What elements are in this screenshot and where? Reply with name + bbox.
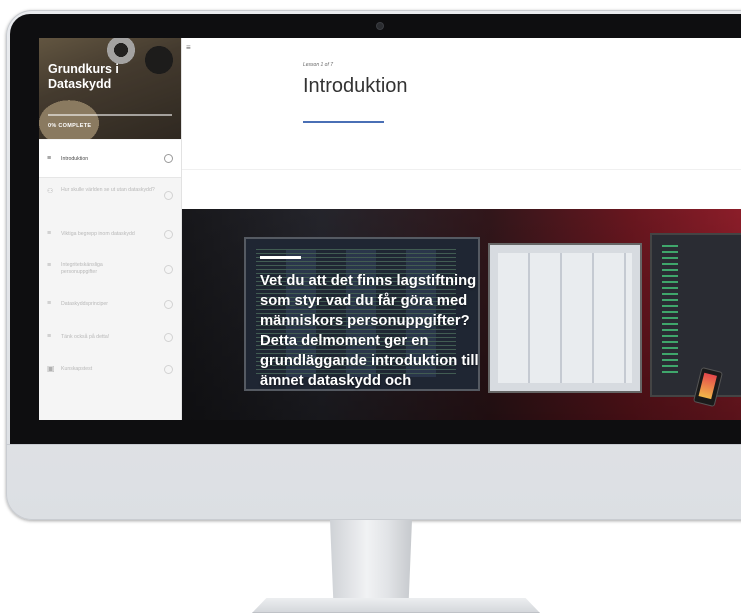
progress-circle-icon: [164, 191, 173, 200]
hamburger-menu-icon[interactable]: ≡: [186, 44, 191, 52]
hero-accent-bar: [260, 256, 301, 259]
progress-circle-icon: [164, 265, 173, 274]
title-underline: [303, 121, 384, 123]
course-progress-bar: [48, 114, 172, 116]
sidebar-item-kunskapstest[interactable]: ▣ Kunskapstest: [39, 362, 181, 378]
monitor-stand: [330, 520, 412, 600]
sidebar-item-label: Hur skulle världen se ut utan dataskydd?: [61, 187, 155, 193]
sidebar-item-label: Dataskyddsprinciper: [61, 301, 108, 307]
divider: [39, 177, 181, 178]
lines-icon: ≡: [47, 230, 52, 237]
hero-text: Vet du att det finns lagstiftning som st…: [260, 273, 479, 389]
sidebar-item-integritetskansliga[interactable]: ≡ Integritetskänsliga personuppgifter: [39, 260, 181, 284]
screen: Grundkurs i Dataskydd 0% COMPLETE ≡ Intr…: [39, 38, 741, 420]
sidebar-item-label: Viktiga begrepp inom dataskydd: [61, 231, 135, 237]
monitor-stand-base: [252, 598, 540, 613]
lines-icon: ≡: [47, 300, 52, 307]
course-sidebar: Grundkurs i Dataskydd 0% COMPLETE ≡ Intr…: [39, 38, 182, 420]
sidebar-item-hur-skulle-varlden[interactable]: ⚇ Hur skulle världen se ut utan dataskyd…: [39, 185, 181, 213]
quiz-icon: ▣: [47, 364, 55, 373]
page-title: Introduktion: [303, 75, 408, 97]
sidebar-item-tank-ocksa[interactable]: ≡ Tänk också på detta!: [39, 330, 181, 346]
sidebar-item-viktiga-begrepp[interactable]: ≡ Viktiga begrepp inom dataskydd: [39, 227, 181, 243]
people-icon: ⚇: [47, 188, 54, 195]
course-title: Grundkurs i Dataskydd: [48, 62, 119, 91]
divider: [182, 169, 741, 170]
progress-circle-icon: [164, 230, 173, 239]
progress-circle-icon: [164, 333, 173, 342]
progress-circle-icon: [164, 154, 173, 163]
progress-circle-icon: [164, 300, 173, 309]
sidebar-item-label: Introduktion: [61, 156, 89, 162]
camera-icon: [377, 23, 383, 29]
lines-icon: ≡: [47, 262, 52, 269]
progress-circle-icon: [164, 365, 173, 374]
sidebar-item-label: Integritetskänsliga personuppgifter: [61, 262, 103, 275]
hero-banner: Vet du att det finns lagstiftning som st…: [182, 209, 741, 420]
sidebar-item-introduktion[interactable]: ≡ Introduktion: [39, 140, 181, 177]
hero-image-monitor: [650, 233, 741, 397]
sidebar-item-dataskyddsprinciper[interactable]: ≡ Dataskyddsprinciper: [39, 297, 181, 313]
lines-icon: ≡: [47, 155, 52, 162]
monitor-chin: [6, 444, 741, 445]
lesson-counter: Lesson 1 of 7: [303, 62, 334, 68]
course-progress-label: 0% COMPLETE: [48, 123, 92, 129]
sidebar-item-label: Tänk också på detta!: [61, 334, 110, 340]
sidebar-item-label: Kunskapstest: [61, 366, 93, 372]
lines-icon: ≡: [47, 333, 52, 340]
course-header: Grundkurs i Dataskydd 0% COMPLETE: [39, 38, 181, 139]
